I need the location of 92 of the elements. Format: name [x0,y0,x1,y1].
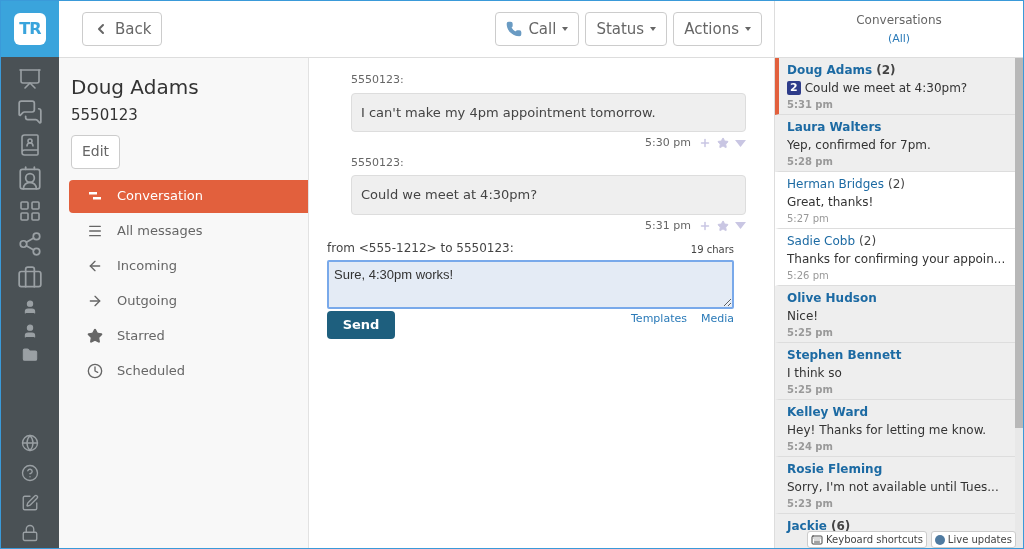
contact-name: Kelley Ward [787,404,868,421]
panel-title: Conversations [856,11,942,29]
caret-icon [745,27,751,31]
message-bubble: I can't make my 4pm appointment tomorrow. [351,92,746,132]
back-button[interactable]: Back [82,12,163,46]
message-count: (2) [859,233,877,250]
filter-link[interactable]: (All) [887,30,911,48]
send-button[interactable]: Send [327,311,395,339]
message-time: 5:26 pm [787,269,830,283]
message-preview: Hey! Thanks for letting me know. [787,422,987,439]
dropdown-button[interactable]: Status [585,12,668,46]
message-preview: Sorry, I'm not available until Tues... [787,479,999,496]
message-bubble: Could we meet at 4:30pm? [351,175,746,215]
nav-item[interactable]: All messages [69,214,308,248]
message-preview: Great, thanks! [787,194,874,211]
chat-list-row[interactable]: Stephen Bennett I think so 5:25 pm [775,343,1015,400]
phone-icon [506,21,523,37]
message-time: 5:28 pm [787,155,834,169]
contact-icon[interactable] [17,165,43,191]
dropdown-button[interactable]: Call [495,12,580,46]
clock-icon [87,363,103,379]
char-count: 19 chars [690,243,734,257]
contact-book-icon[interactable] [18,133,42,157]
message-time: 5:30 pm [645,135,691,151]
nav-item[interactable]: Starred [69,319,308,353]
chart-board-icon[interactable] [18,67,42,91]
chat-list-row[interactable]: Olive Hudson Nice! 5:25 pm [775,286,1015,343]
message-sender: 5550123: [351,154,405,171]
nav-item[interactable]: Scheduled [69,354,308,388]
dropdown-button[interactable]: Actions [673,12,762,46]
message-time: 5:27 pm [787,212,830,226]
user-icon[interactable] [22,299,38,315]
contact-name: Laura Walters [787,119,882,136]
message-time: 5:24 pm [787,440,834,454]
user-icon[interactable] [22,323,38,339]
unread-badge: 2 [787,81,801,95]
message-time: 5:23 pm [787,497,834,511]
caret-icon [562,27,569,31]
list-icon [87,223,103,239]
live-updates-button[interactable]: Live updates [930,531,1016,548]
compose-header: from <555-1212> to 5550123: [327,240,514,257]
keyboard-shortcuts-button[interactable]: Keyboard shortcuts [807,531,927,548]
nav-item[interactable]: Outgoing [69,284,308,318]
message-time: 5:31 pm [787,98,834,112]
nav-item[interactable]: Incoming [69,249,308,283]
message-preview: I think so [787,365,842,382]
contact-name: Doug Adams [787,62,873,79]
star-icon[interactable] [717,219,729,232]
help-icon[interactable] [21,464,39,482]
contact-name: Herman Bridges [787,176,884,193]
keyboard-icon [811,533,823,546]
chat-icon[interactable] [17,99,43,125]
conversation-icon [87,190,103,202]
chat-list-row[interactable]: Doug Adams (2) 2 Could we meet at 4:30pm? 5:31 pm [775,58,1015,115]
contact-name: Sadie Cobb [787,233,856,250]
message-count: (2) [876,62,896,79]
message-time: 5:31 pm [645,217,691,234]
chat-list-row[interactable]: Laura Walters Yep, confirmed for 7pm. 5:28 pm [775,115,1015,172]
chat-list-row[interactable]: Kelley Ward Hey! Thanks for letting me know. 5:24 pm [775,400,1015,457]
globe-icon[interactable] [21,434,39,452]
caret-icon[interactable] [735,222,746,230]
message-preview: Could we meet at 4:30pm? [804,80,968,97]
scrollbar[interactable] [1015,58,1023,548]
contact-number: 5550123 [70,105,139,126]
message-count: (2) [887,176,905,193]
star-icon[interactable] [717,137,729,150]
share-icon[interactable] [17,231,43,257]
caret-icon [650,27,657,31]
star-icon [87,328,103,344]
message-preview: Thanks for confirming your appoin... [787,251,1006,268]
briefcase-icon[interactable] [17,265,43,291]
edit-button[interactable]: Edit [71,134,121,169]
chat-list-row[interactable]: Rosie Fleming Sorry, I'm not available until Tues... 5:23 pm [775,457,1015,514]
nav-item[interactable]: Conversation [69,179,308,213]
message-sender: 5550123: [351,72,405,88]
contact-name: Olive Hudson [787,290,877,307]
message-time: 5:25 pm [787,383,834,397]
contact-name: Rosie Fleming [787,461,883,478]
message-preview: Yep, confirmed for 7pm. [787,137,931,154]
message-time: 5:25 pm [787,326,834,340]
compose-link[interactable]: Media [700,311,734,328]
logo: TR [14,13,46,45]
compose-link[interactable]: Templates [631,311,687,328]
message-preview: Nice! [787,308,819,325]
contact-name: Stephen Bennett [787,347,902,364]
folder-icon[interactable] [22,347,38,363]
contact-name: Doug Adams [70,74,200,101]
caret-icon[interactable] [735,139,746,147]
lock-icon[interactable] [21,524,39,542]
edit-icon[interactable] [21,494,39,512]
grid-icon[interactable] [18,199,42,223]
message-input[interactable]: Sure, 4:30pm works! [327,260,734,309]
